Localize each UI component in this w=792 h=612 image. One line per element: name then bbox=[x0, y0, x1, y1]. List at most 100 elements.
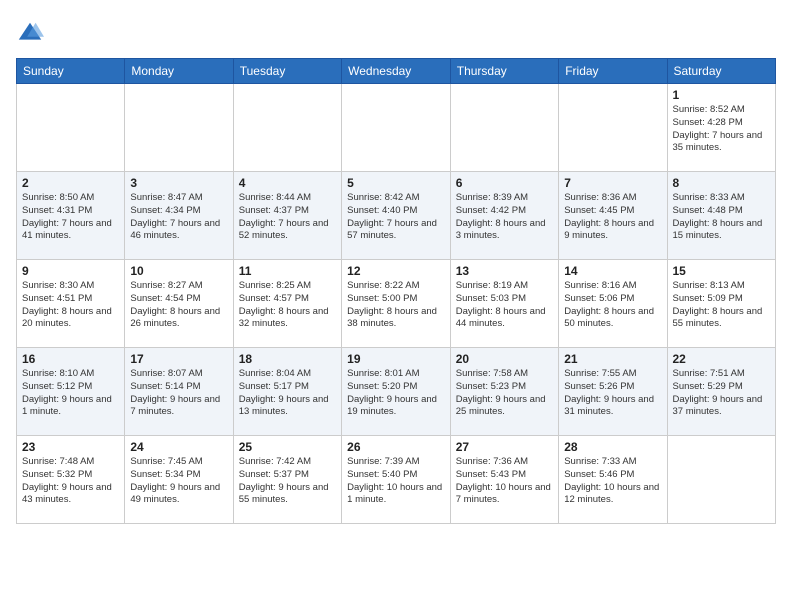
calendar-cell: 16 Sunrise: 8:10 AM Sunset: 5:12 PM Dayli… bbox=[17, 348, 125, 436]
calendar-cell: 11 Sunrise: 8:25 AM Sunset: 4:57 PM Dayli… bbox=[233, 260, 341, 348]
day-number: 1 bbox=[673, 88, 771, 102]
day-number: 26 bbox=[347, 440, 445, 454]
day-number: 13 bbox=[456, 264, 553, 278]
calendar-cell: 17 Sunrise: 8:07 AM Sunset: 5:14 PM Dayli… bbox=[125, 348, 233, 436]
day-number: 27 bbox=[456, 440, 553, 454]
day-info: Sunrise: 7:36 AM Sunset: 5:43 PM Dayligh… bbox=[456, 456, 553, 507]
day-number: 21 bbox=[564, 352, 661, 366]
day-info: Sunrise: 8:25 AM Sunset: 4:57 PM Dayligh… bbox=[239, 280, 336, 331]
calendar-cell bbox=[667, 436, 776, 524]
day-info: Sunrise: 8:36 AM Sunset: 4:45 PM Dayligh… bbox=[564, 192, 661, 243]
day-info: Sunrise: 8:52 AM Sunset: 4:28 PM Dayligh… bbox=[673, 104, 771, 155]
weekday-header-sunday: Sunday bbox=[17, 59, 125, 84]
day-number: 25 bbox=[239, 440, 336, 454]
day-number: 28 bbox=[564, 440, 661, 454]
calendar-cell bbox=[450, 84, 558, 172]
day-info: Sunrise: 7:55 AM Sunset: 5:26 PM Dayligh… bbox=[564, 368, 661, 419]
calendar-cell: 18 Sunrise: 8:04 AM Sunset: 5:17 PM Dayli… bbox=[233, 348, 341, 436]
day-number: 7 bbox=[564, 176, 661, 190]
day-info: Sunrise: 8:33 AM Sunset: 4:48 PM Dayligh… bbox=[673, 192, 771, 243]
day-number: 4 bbox=[239, 176, 336, 190]
weekday-header-thursday: Thursday bbox=[450, 59, 558, 84]
calendar-cell bbox=[17, 84, 125, 172]
weekday-header-saturday: Saturday bbox=[667, 59, 776, 84]
day-number: 5 bbox=[347, 176, 445, 190]
calendar-cell: 5 Sunrise: 8:42 AM Sunset: 4:40 PM Daylig… bbox=[342, 172, 451, 260]
week-row-2: 2Sunrise: 8:50 AM Sunset: 4:31 PM Daylig… bbox=[17, 172, 776, 260]
day-info: Sunrise: 8:07 AM Sunset: 5:14 PM Dayligh… bbox=[130, 368, 227, 419]
day-info: Sunrise: 8:39 AM Sunset: 4:42 PM Dayligh… bbox=[456, 192, 553, 243]
calendar-cell: 9 Sunrise: 8:30 AM Sunset: 4:51 PM Daylig… bbox=[17, 260, 125, 348]
calendar-cell bbox=[233, 84, 341, 172]
day-info: Sunrise: 8:30 AM Sunset: 4:51 PM Dayligh… bbox=[22, 280, 119, 331]
calendar-cell: 21 Sunrise: 7:55 AM Sunset: 5:26 PM Dayli… bbox=[559, 348, 667, 436]
day-number: 20 bbox=[456, 352, 553, 366]
day-number: 2 bbox=[22, 176, 119, 190]
day-number: 6 bbox=[456, 176, 553, 190]
logo bbox=[16, 20, 48, 48]
weekday-header-friday: Friday bbox=[559, 59, 667, 84]
day-info: Sunrise: 8:10 AM Sunset: 5:12 PM Dayligh… bbox=[22, 368, 119, 419]
weekday-header-row: SundayMondayTuesdayWednesdayThursdayFrid… bbox=[17, 59, 776, 84]
calendar-cell: 22 Sunrise: 7:51 AM Sunset: 5:29 PM Dayli… bbox=[667, 348, 776, 436]
day-info: Sunrise: 7:33 AM Sunset: 5:46 PM Dayligh… bbox=[564, 456, 661, 507]
logo-icon bbox=[16, 20, 44, 48]
day-number: 24 bbox=[130, 440, 227, 454]
day-info: Sunrise: 7:48 AM Sunset: 5:32 PM Dayligh… bbox=[22, 456, 119, 507]
day-info: Sunrise: 8:13 AM Sunset: 5:09 PM Dayligh… bbox=[673, 280, 771, 331]
calendar-cell bbox=[125, 84, 233, 172]
day-info: Sunrise: 7:45 AM Sunset: 5:34 PM Dayligh… bbox=[130, 456, 227, 507]
calendar-cell: 7 Sunrise: 8:36 AM Sunset: 4:45 PM Daylig… bbox=[559, 172, 667, 260]
day-info: Sunrise: 8:01 AM Sunset: 5:20 PM Dayligh… bbox=[347, 368, 445, 419]
calendar-cell bbox=[342, 84, 451, 172]
week-row-3: 9 Sunrise: 8:30 AM Sunset: 4:51 PM Daylig… bbox=[17, 260, 776, 348]
calendar-cell: 19Sunrise: 8:01 AM Sunset: 5:20 PM Dayli… bbox=[342, 348, 451, 436]
calendar-cell bbox=[559, 84, 667, 172]
week-row-1: 1 Sunrise: 8:52 AM Sunset: 4:28 PM Daylig… bbox=[17, 84, 776, 172]
calendar-cell: 26 Sunrise: 7:39 AM Sunset: 5:40 PM Dayli… bbox=[342, 436, 451, 524]
day-info: Sunrise: 7:42 AM Sunset: 5:37 PM Dayligh… bbox=[239, 456, 336, 507]
weekday-header-monday: Monday bbox=[125, 59, 233, 84]
day-number: 23 bbox=[22, 440, 119, 454]
calendar-cell: 6 Sunrise: 8:39 AM Sunset: 4:42 PM Daylig… bbox=[450, 172, 558, 260]
day-number: 16 bbox=[22, 352, 119, 366]
week-row-5: 23 Sunrise: 7:48 AM Sunset: 5:32 PM Dayli… bbox=[17, 436, 776, 524]
day-info: Sunrise: 7:58 AM Sunset: 5:23 PM Dayligh… bbox=[456, 368, 553, 419]
calendar-cell: 24 Sunrise: 7:45 AM Sunset: 5:34 PM Dayli… bbox=[125, 436, 233, 524]
day-number: 18 bbox=[239, 352, 336, 366]
day-number: 10 bbox=[130, 264, 227, 278]
weekday-header-tuesday: Tuesday bbox=[233, 59, 341, 84]
calendar-cell: 2Sunrise: 8:50 AM Sunset: 4:31 PM Daylig… bbox=[17, 172, 125, 260]
day-number: 22 bbox=[673, 352, 771, 366]
day-number: 17 bbox=[130, 352, 227, 366]
day-info: Sunrise: 8:44 AM Sunset: 4:37 PM Dayligh… bbox=[239, 192, 336, 243]
day-info: Sunrise: 8:04 AM Sunset: 5:17 PM Dayligh… bbox=[239, 368, 336, 419]
day-number: 11 bbox=[239, 264, 336, 278]
day-info: Sunrise: 8:22 AM Sunset: 5:00 PM Dayligh… bbox=[347, 280, 445, 331]
calendar-table: SundayMondayTuesdayWednesdayThursdayFrid… bbox=[16, 58, 776, 524]
day-number: 15 bbox=[673, 264, 771, 278]
day-number: 12 bbox=[347, 264, 445, 278]
week-row-4: 16 Sunrise: 8:10 AM Sunset: 5:12 PM Dayli… bbox=[17, 348, 776, 436]
day-info: Sunrise: 8:42 AM Sunset: 4:40 PM Dayligh… bbox=[347, 192, 445, 243]
day-info: Sunrise: 8:27 AM Sunset: 4:54 PM Dayligh… bbox=[130, 280, 227, 331]
calendar-cell: 20 Sunrise: 7:58 AM Sunset: 5:23 PM Dayli… bbox=[450, 348, 558, 436]
calendar-cell: 28 Sunrise: 7:33 AM Sunset: 5:46 PM Dayli… bbox=[559, 436, 667, 524]
day-number: 9 bbox=[22, 264, 119, 278]
day-info: Sunrise: 7:39 AM Sunset: 5:40 PM Dayligh… bbox=[347, 456, 445, 507]
calendar-cell: 4 Sunrise: 8:44 AM Sunset: 4:37 PM Daylig… bbox=[233, 172, 341, 260]
calendar-cell: 1 Sunrise: 8:52 AM Sunset: 4:28 PM Daylig… bbox=[667, 84, 776, 172]
calendar-cell: 25 Sunrise: 7:42 AM Sunset: 5:37 PM Dayli… bbox=[233, 436, 341, 524]
day-info: Sunrise: 8:47 AM Sunset: 4:34 PM Dayligh… bbox=[130, 192, 227, 243]
calendar-cell: 15 Sunrise: 8:13 AM Sunset: 5:09 PM Dayli… bbox=[667, 260, 776, 348]
day-info: Sunrise: 8:19 AM Sunset: 5:03 PM Dayligh… bbox=[456, 280, 553, 331]
page: SundayMondayTuesdayWednesdayThursdayFrid… bbox=[0, 0, 792, 534]
day-info: Sunrise: 8:16 AM Sunset: 5:06 PM Dayligh… bbox=[564, 280, 661, 331]
calendar-cell: 12 Sunrise: 8:22 AM Sunset: 5:00 PM Dayli… bbox=[342, 260, 451, 348]
calendar-cell: 14 Sunrise: 8:16 AM Sunset: 5:06 PM Dayli… bbox=[559, 260, 667, 348]
day-number: 14 bbox=[564, 264, 661, 278]
day-info: Sunrise: 7:51 AM Sunset: 5:29 PM Dayligh… bbox=[673, 368, 771, 419]
calendar-cell: 27 Sunrise: 7:36 AM Sunset: 5:43 PM Dayli… bbox=[450, 436, 558, 524]
weekday-header-wednesday: Wednesday bbox=[342, 59, 451, 84]
day-number: 3 bbox=[130, 176, 227, 190]
